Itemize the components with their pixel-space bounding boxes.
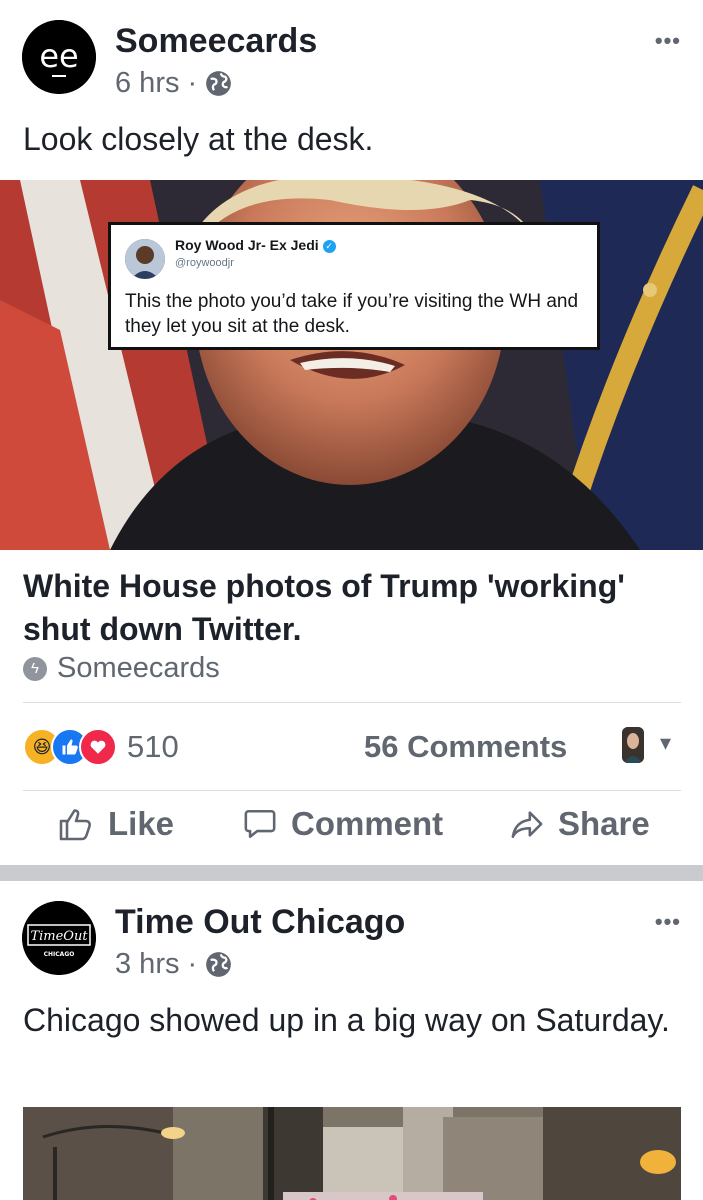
- tweet-avatar: [125, 239, 165, 279]
- meta-separator: ·: [187, 67, 198, 99]
- link-source-name: Someecards: [57, 652, 220, 684]
- page-avatar[interactable]: TimeOut CHICAGO: [22, 901, 96, 975]
- comments-count[interactable]: 56 Comments: [364, 729, 567, 765]
- verified-badge-icon: ✓: [322, 239, 336, 253]
- logo-text: TimeOut: [30, 929, 88, 944]
- tweet-text: This the photo you’d take if you’re visi…: [125, 291, 579, 337]
- page-avatar[interactable]: ee: [22, 20, 96, 94]
- feed-separator: [0, 865, 703, 881]
- reaction-count: 510: [127, 729, 179, 764]
- more-options-icon[interactable]: •••: [655, 28, 681, 54]
- globe-icon: [206, 952, 232, 977]
- feed-post: ee Someecards 6 hrs · ••• Look closely a…: [0, 0, 703, 865]
- post-caption: Chicago showed up in a big way on Saturd…: [23, 1002, 670, 1038]
- page-name[interactable]: Someecards: [115, 22, 317, 61]
- post-meta: 3 hrs ·: [115, 948, 232, 981]
- timeout-chicago-logo: TimeOut CHICAGO: [22, 901, 96, 975]
- caret-down-icon[interactable]: ▾: [660, 730, 671, 756]
- post-caption: Look closely at the desk.: [23, 121, 374, 157]
- share-arrow-icon: [511, 811, 543, 839]
- feed-post: TimeOut CHICAGO Time Out Chicago 3 hrs ·…: [0, 881, 703, 1200]
- photo-chicago-march: [23, 1107, 681, 1200]
- meta-separator: ·: [187, 948, 198, 980]
- tweet-avatar-image: [125, 239, 165, 279]
- viewer-avatar[interactable]: [622, 727, 644, 763]
- like-label: Like: [108, 805, 175, 842]
- love-reaction-icon: [79, 728, 117, 766]
- action-bar: Like Comment Share: [0, 805, 703, 855]
- like-button[interactable]: Like: [58, 805, 174, 843]
- more-options-icon[interactable]: •••: [655, 909, 681, 935]
- post-meta: 6 hrs ·: [115, 67, 232, 100]
- someecards-logo: ee: [22, 20, 96, 94]
- svg-text:ee: ee: [39, 37, 78, 75]
- comment-label: Comment: [291, 805, 444, 842]
- post-time[interactable]: 3 hrs: [115, 948, 179, 981]
- reactions-summary[interactable]: 😆 510: [23, 728, 179, 766]
- logo-subtext: CHICAGO: [44, 951, 75, 958]
- divider: [23, 702, 681, 703]
- divider: [23, 790, 681, 791]
- post-photo[interactable]: [23, 1107, 681, 1200]
- tweet-handle: @roywoodjr: [175, 257, 234, 269]
- thumbs-up-icon: [59, 809, 91, 841]
- link-headline[interactable]: White House photos of Trump 'working' sh…: [23, 565, 673, 651]
- share-button[interactable]: Share: [510, 805, 650, 843]
- lightning-icon: ϟ: [23, 656, 47, 681]
- tweet-author-name: Roy Wood Jr- Ex Jedi: [175, 237, 319, 253]
- viewer-avatar-image: [622, 727, 644, 763]
- comment-button[interactable]: Comment: [243, 805, 443, 843]
- tweet-card: Roy Wood Jr- Ex Jedi ✓ @roywoodjr This th…: [108, 222, 600, 350]
- post-time[interactable]: 6 hrs: [115, 67, 179, 100]
- speech-bubble-icon: [244, 809, 276, 839]
- link-source[interactable]: ϟ Someecards: [23, 652, 220, 685]
- tweet-author: Roy Wood Jr- Ex Jedi ✓: [175, 237, 336, 253]
- page-name[interactable]: Time Out Chicago: [115, 903, 405, 942]
- globe-icon: [206, 71, 232, 96]
- share-label: Share: [558, 805, 650, 842]
